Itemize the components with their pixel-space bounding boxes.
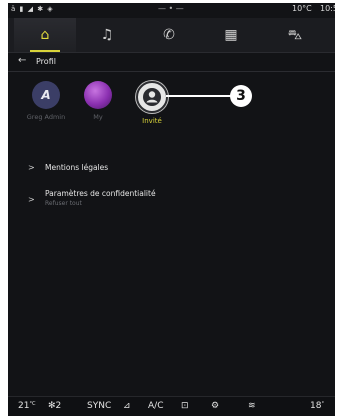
guest-user-icon bbox=[136, 81, 168, 113]
phone-icon: ✆ bbox=[163, 27, 175, 43]
fan-speed[interactable]: ✻2 bbox=[48, 401, 61, 411]
driver-temperature[interactable]: 21°C bbox=[18, 401, 35, 411]
tab-vehicle[interactable]: ⛍ bbox=[264, 18, 326, 52]
menu-item-legal[interactable]: > Mentions légales bbox=[8, 158, 335, 180]
profile-label: Greg Admin bbox=[26, 113, 66, 121]
page-header: ← Profil bbox=[8, 53, 335, 72]
menu-item-sublabel: Refuser tout bbox=[45, 200, 82, 207]
chevron-right-icon: > bbox=[28, 163, 35, 172]
menu-item-label: Mentions légales bbox=[45, 163, 109, 172]
rear-defrost-icon[interactable]: ⊡ bbox=[181, 401, 189, 411]
music-icon: ♫ bbox=[100, 27, 114, 43]
tab-music[interactable]: ♫ bbox=[76, 18, 138, 52]
callout-line bbox=[166, 95, 232, 97]
car-icon: ⛍ bbox=[287, 27, 303, 43]
status-icons: ä ▮ ◢ ✱ ◈ bbox=[11, 5, 54, 13]
outside-temperature: 10°C bbox=[292, 4, 312, 13]
clock: 10:5 bbox=[320, 4, 335, 13]
infotainment-screen: ä ▮ ◢ ✱ ◈ — • — 10°C 10:5 ⌂ ♫ ✆ ▦ ⛍ ← Pr… bbox=[8, 3, 335, 416]
profile-label: My bbox=[93, 113, 103, 121]
passenger-temperature[interactable]: 18° bbox=[310, 401, 324, 411]
purple-avatar bbox=[84, 81, 112, 109]
air-flow-icon[interactable]: ≋ bbox=[248, 401, 256, 411]
tab-home[interactable]: ⌂ bbox=[14, 18, 76, 52]
fan-icon: ✻ bbox=[48, 401, 56, 411]
climate-bar: 21°C ✻2 SYNC ⊿ A/C ⊡ ⚙ ≋ 18° bbox=[8, 396, 335, 416]
status-bar: ä ▮ ◢ ✱ ◈ — • — 10°C 10:5 bbox=[8, 3, 335, 17]
seat-heating-icon[interactable]: ⚙ bbox=[211, 401, 219, 411]
windshield-defrost-icon[interactable]: ⊿ bbox=[123, 401, 131, 411]
page-title: Profil bbox=[36, 57, 56, 66]
callout-number-badge: 3 bbox=[230, 85, 252, 107]
status-center-indicator: — • — bbox=[158, 4, 184, 13]
alpine-logo-avatar: A bbox=[32, 81, 60, 109]
tab-phone[interactable]: ✆ bbox=[138, 18, 200, 52]
menu-item-label: Paramètres de confidentialité bbox=[45, 189, 156, 198]
ac-button[interactable]: A/C bbox=[148, 401, 163, 411]
chevron-right-icon: > bbox=[28, 195, 35, 204]
profile-label-selected: Invité bbox=[142, 117, 162, 125]
profile-my[interactable]: My bbox=[78, 81, 118, 121]
top-navigation: ⌂ ♫ ✆ ▦ ⛍ bbox=[8, 18, 335, 53]
sync-button[interactable]: SYNC bbox=[87, 401, 111, 411]
back-arrow-icon[interactable]: ← bbox=[18, 55, 26, 66]
profile-greg-admin[interactable]: A Greg Admin bbox=[26, 81, 66, 121]
tab-apps[interactable]: ▦ bbox=[200, 18, 262, 52]
menu-item-privacy[interactable]: > Paramètres de confidentialité Refuser … bbox=[8, 187, 335, 213]
apps-grid-icon: ▦ bbox=[224, 27, 238, 43]
home-icon: ⌂ bbox=[40, 27, 50, 43]
profile-guest[interactable]: Invité bbox=[132, 81, 172, 125]
